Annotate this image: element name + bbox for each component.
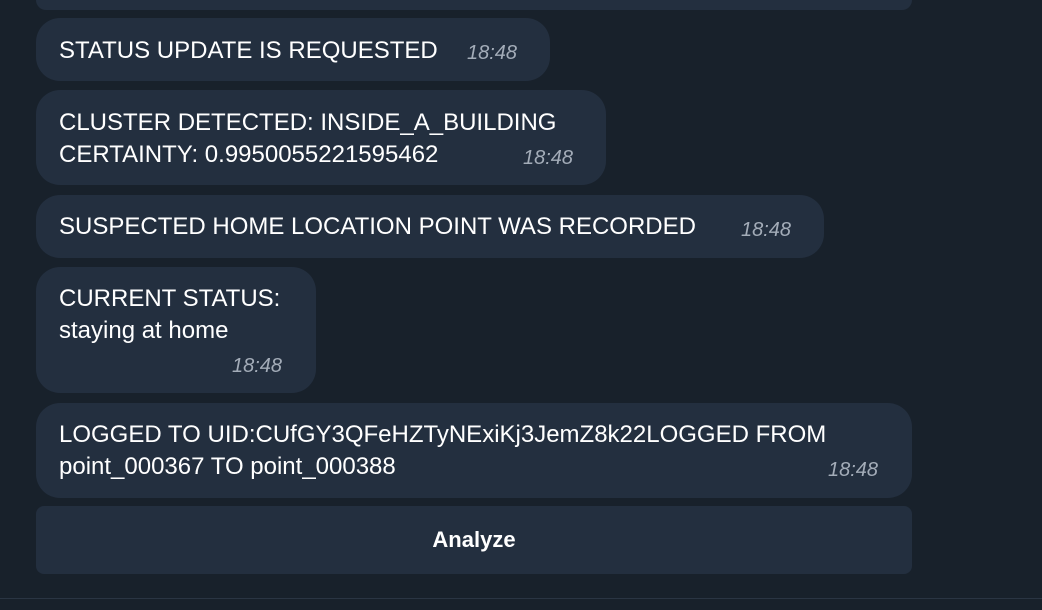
message-time: 18:48 bbox=[828, 459, 879, 481]
message-cluster-detected: CLUSTER DETECTED: INSIDE_A_BUILDING CERT… bbox=[36, 90, 606, 185]
message-status-requested: STATUS UPDATE IS REQUESTED 18:48 bbox=[36, 18, 550, 81]
message-time: 18:48 bbox=[741, 219, 792, 241]
message-text-line-2: staying at home bbox=[59, 317, 229, 344]
message-text-line-1: LOGGED TO UID:CUfGY3QFeHZTyNExiKj3JemZ8k… bbox=[59, 421, 827, 448]
previous-message-bubble bbox=[36, 0, 912, 10]
input-area-divider bbox=[0, 598, 1042, 599]
message-time: 18:48 bbox=[232, 355, 283, 377]
message-text-line-2: CERTAINTY: 0.9950055221595462 bbox=[59, 141, 439, 168]
message-time: 18:48 bbox=[523, 147, 574, 169]
message-logged-uid: LOGGED TO UID:CUfGY3QFeHZTyNExiKj3JemZ8k… bbox=[36, 403, 912, 498]
message-text: STATUS UPDATE IS REQUESTED bbox=[59, 37, 438, 64]
message-text-line-1: CURRENT STATUS: bbox=[59, 285, 281, 312]
message-text-line-2: point_000367 TO point_000388 bbox=[59, 453, 396, 480]
message-current-status: CURRENT STATUS: staying at home 18:48 bbox=[36, 267, 316, 393]
analyze-button[interactable]: Analyze bbox=[36, 506, 912, 574]
message-text: SUSPECTED HOME LOCATION POINT WAS RECORD… bbox=[59, 213, 696, 240]
message-time: 18:48 bbox=[467, 42, 518, 64]
message-text-line-1: CLUSTER DETECTED: INSIDE_A_BUILDING bbox=[59, 109, 557, 136]
message-home-location-recorded: SUSPECTED HOME LOCATION POINT WAS RECORD… bbox=[36, 195, 824, 258]
